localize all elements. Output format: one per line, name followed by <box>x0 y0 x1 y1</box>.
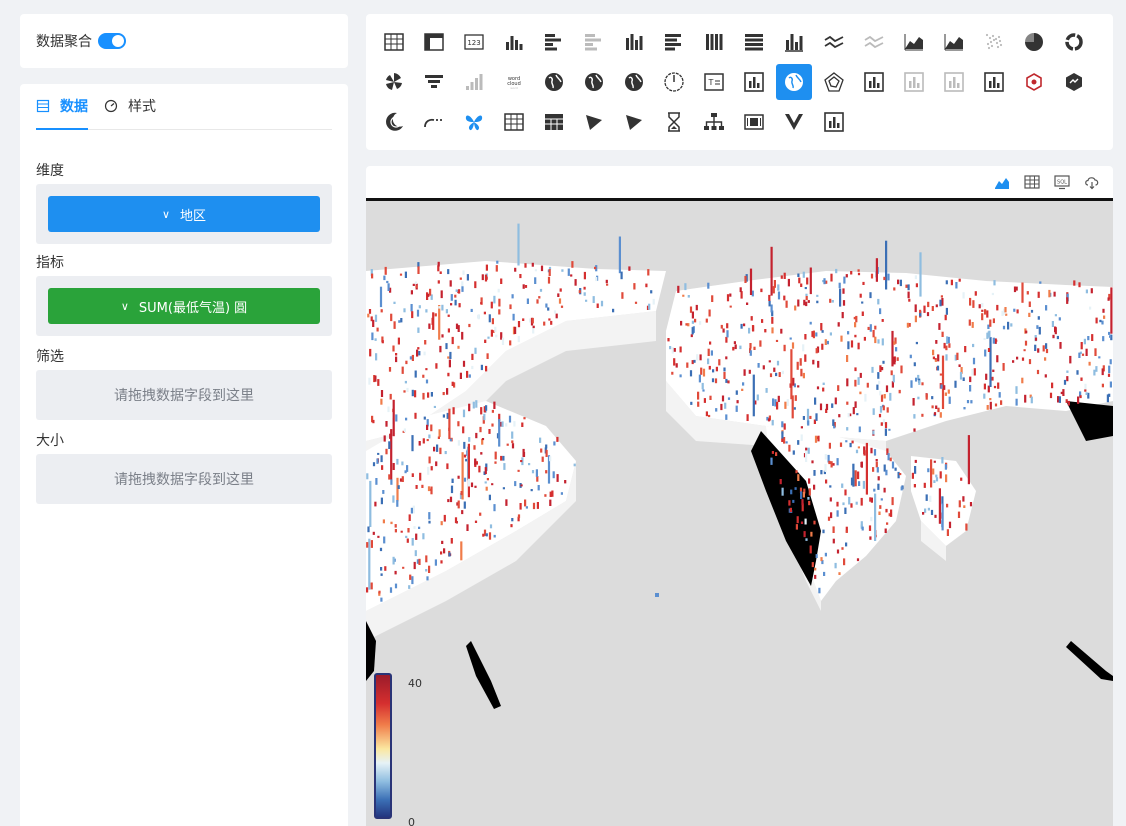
3d-hexagon-icon[interactable] <box>1056 64 1092 100</box>
horizontal-stacked-icon[interactable] <box>656 24 692 60</box>
config-tabs: 数据 样式 <box>36 84 332 130</box>
map-canvas[interactable] <box>366 201 1113 826</box>
play-triangle-icon[interactable] <box>576 104 612 140</box>
size-label: 大小 <box>36 433 64 449</box>
filter-drop-zone[interactable]: 请拖拽数据字段到这里 <box>36 370 332 420</box>
org-tree-icon[interactable] <box>696 104 732 140</box>
chart-panel: SQL 40 0 <box>366 166 1113 826</box>
butterfly-icon[interactable] <box>456 104 492 140</box>
ring-icon[interactable] <box>1056 24 1092 60</box>
chevron-down-icon: ∨ <box>120 299 129 313</box>
text-card-icon[interactable]: T <box>696 64 732 100</box>
cloud-download-icon[interactable] <box>1077 167 1107 197</box>
area-chart-icon[interactable] <box>987 167 1017 197</box>
bar-line-combo-icon[interactable] <box>776 24 812 60</box>
custom-chart-icon[interactable] <box>816 104 852 140</box>
custom-chart-icon[interactable] <box>736 64 772 100</box>
config-panel: 数据 样式 维度 ∨ 地区 指标 ∨ SUM(最低气温) 圓 筛选 请拖拽数据字… <box>20 84 348 826</box>
column-grouped-icon[interactable] <box>616 24 652 60</box>
globe-icon[interactable] <box>536 64 572 100</box>
tab-data[interactable]: 数据 <box>36 83 88 130</box>
area-stacked-icon[interactable] <box>936 24 972 60</box>
aggregation-card: 数据聚合 <box>20 14 348 68</box>
chart-toolbar: SQL <box>366 166 1113 198</box>
color-legend: 40 0 <box>374 673 434 826</box>
hourglass-icon[interactable] <box>656 104 692 140</box>
v-logo-icon[interactable] <box>776 104 812 140</box>
dimension-label: 维度 <box>36 163 64 179</box>
sql-icon[interactable]: SQL <box>1047 167 1077 197</box>
svg-text:SQL: SQL <box>1057 180 1067 186</box>
custom-chart-light-icon[interactable] <box>936 64 972 100</box>
custom-chart-light-icon[interactable] <box>896 64 932 100</box>
funnel-icon[interactable] <box>416 64 452 100</box>
gauge-icon[interactable] <box>656 64 692 100</box>
table-grid-icon[interactable] <box>1017 167 1047 197</box>
svg-text:T: T <box>708 78 714 87</box>
aggregation-toggle[interactable] <box>98 33 126 49</box>
dashboard-icon <box>104 99 118 113</box>
measure-drop-zone[interactable]: ∨ SUM(最低气温) 圓 <box>36 276 332 336</box>
tab-data-label: 数据 <box>60 99 88 115</box>
filter-placeholder: 请拖拽数据字段到这里 <box>114 388 254 404</box>
aggregation-label: 数据聚合 <box>36 34 92 50</box>
bar-stacked-100-icon[interactable] <box>736 24 772 60</box>
grid-table-icon[interactable] <box>496 104 532 140</box>
scatter-icon[interactable] <box>976 24 1012 60</box>
table-icon <box>36 99 50 113</box>
legend-min: 0 <box>408 816 415 826</box>
kpi-number-icon[interactable]: 123 <box>456 24 492 60</box>
chart-type-selector: 123 word cloud word T <box>366 14 1113 150</box>
svg-text:word: word <box>510 86 517 90</box>
horizontal-bar-icon[interactable] <box>536 24 572 60</box>
filter-label: 筛选 <box>36 349 64 365</box>
play-triangle-icon[interactable] <box>616 104 652 140</box>
grid-table-dark-icon[interactable] <box>536 104 572 140</box>
custom-chart-icon[interactable] <box>976 64 1012 100</box>
line-icon[interactable] <box>816 24 852 60</box>
tab-style-label: 样式 <box>128 99 156 115</box>
table-icon[interactable] <box>376 24 412 60</box>
3d-globe-map[interactable]: 40 0 <box>366 201 1113 826</box>
measure-label: 指标 <box>36 255 64 271</box>
area-icon[interactable] <box>896 24 932 60</box>
tab-style[interactable]: 样式 <box>104 83 156 129</box>
measure-field-value: SUM(最低气温) 圓 <box>138 300 248 316</box>
legend-max: 40 <box>408 677 422 690</box>
globe-outline-icon[interactable] <box>616 64 652 100</box>
dimension-field-pill[interactable]: ∨ 地区 <box>48 196 320 232</box>
size-placeholder: 请拖拽数据字段到这里 <box>114 472 254 488</box>
chevron-down-icon: ∨ <box>161 207 171 221</box>
waterfall-icon[interactable] <box>456 64 492 100</box>
bar-chart-icon[interactable] <box>496 24 532 60</box>
rose-icon[interactable] <box>376 64 412 100</box>
radar-icon[interactable] <box>816 64 852 100</box>
svg-text:123: 123 <box>467 39 480 47</box>
3d-globe-icon[interactable] <box>776 64 812 100</box>
legend-gradient <box>374 673 392 819</box>
pivot-table-icon[interactable] <box>416 24 452 60</box>
line-light-icon[interactable] <box>856 24 892 60</box>
column-stacked-100-icon[interactable] <box>696 24 732 60</box>
dashed-line-icon[interactable] <box>416 104 452 140</box>
globe-filled-icon[interactable] <box>576 64 612 100</box>
size-drop-zone[interactable]: 请拖拽数据字段到这里 <box>36 454 332 504</box>
carousel-icon[interactable] <box>736 104 772 140</box>
chart-type-grid: 123 word cloud word T <box>376 24 1103 144</box>
hexagon-map-icon[interactable] <box>1016 64 1052 100</box>
custom-chart-icon[interactable] <box>856 64 892 100</box>
pie-icon[interactable] <box>1016 24 1052 60</box>
horizontal-bar-light-icon[interactable] <box>576 24 612 60</box>
word-cloud-icon[interactable]: word cloud word <box>496 64 532 100</box>
dimension-field-value: 地区 <box>180 208 207 224</box>
moon-icon[interactable] <box>376 104 412 140</box>
measure-field-pill[interactable]: ∨ SUM(最低气温) 圓 <box>48 288 320 324</box>
dimension-drop-zone[interactable]: ∨ 地区 <box>36 184 332 244</box>
